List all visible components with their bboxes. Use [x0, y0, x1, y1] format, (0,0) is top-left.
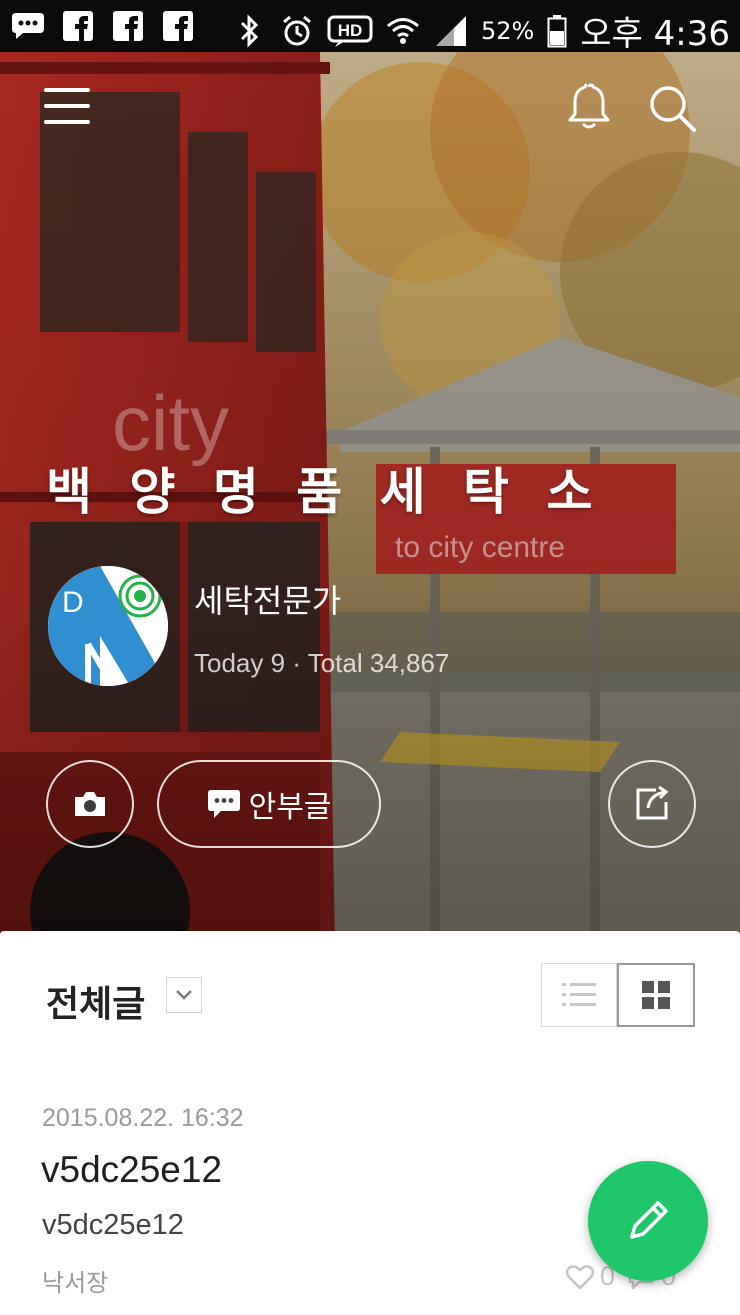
- post-category[interactable]: 낙서장: [42, 1263, 108, 1298]
- heart-icon: [566, 1264, 594, 1290]
- grid-icon: [642, 981, 670, 1009]
- avatar[interactable]: D: [48, 566, 168, 686]
- share-icon: [636, 785, 669, 820]
- facebook-icon: [60, 8, 96, 44]
- notification-icons: [10, 8, 196, 44]
- chevron-down-icon: [176, 990, 192, 1000]
- guestbook-button[interactable]: 안부글: [157, 760, 381, 848]
- search-icon[interactable]: [646, 82, 698, 134]
- post-title[interactable]: v5dc25e12: [41, 1149, 222, 1191]
- avatar-letter: D: [62, 586, 84, 619]
- bell-icon[interactable]: [564, 82, 614, 132]
- clock: 오후 4:36: [580, 14, 730, 54]
- status-bar: HD 52% 오후 4:36: [0, 0, 740, 55]
- view-mode-toggle: [541, 963, 695, 1027]
- list-view-button[interactable]: [541, 963, 617, 1027]
- menu-icon[interactable]: [44, 88, 92, 126]
- blog-cover: to city centre city 백 양 명 품 세 탁 소: [0, 52, 740, 952]
- system-icons: HD 52% 오후 4:36: [231, 6, 730, 55]
- battery-percent: 52%: [480, 16, 535, 45]
- speech-bubble-icon: [207, 790, 240, 818]
- hd-voice-icon: HD: [327, 13, 373, 49]
- post-date: 2015.08.22. 16:32: [42, 1104, 244, 1132]
- facebook-icon: [110, 8, 146, 44]
- share-button[interactable]: [608, 760, 696, 848]
- guestbook-label: 안부글: [248, 790, 332, 825]
- camera-button[interactable]: [46, 760, 134, 848]
- category-title[interactable]: 전체글: [46, 975, 145, 1027]
- bluetooth-icon: [231, 13, 267, 49]
- battery-level-fill: [550, 30, 565, 45]
- pencil-icon: [630, 1201, 668, 1239]
- facebook-icon: [160, 8, 196, 44]
- camera-icon: [75, 792, 105, 816]
- top-navigation: [0, 52, 740, 162]
- list-icon: [562, 983, 596, 1006]
- visit-counter: Today 9 · Total 34,867: [194, 648, 450, 678]
- talk-icon: [10, 8, 46, 44]
- grid-view-button[interactable]: [617, 963, 695, 1027]
- hd-label: HD: [338, 21, 363, 40]
- battery-icon: [546, 13, 568, 49]
- signal-icon: [433, 13, 469, 49]
- blog-title: 백 양 명 품 세 탁 소: [46, 463, 603, 521]
- blogger-nickname: 세탁전문가: [194, 582, 342, 620]
- alarm-icon: [279, 13, 315, 49]
- write-post-button[interactable]: [588, 1161, 708, 1281]
- wifi-icon: [385, 13, 421, 49]
- post-excerpt[interactable]: v5dc25e12: [42, 1209, 184, 1242]
- category-dropdown[interactable]: [166, 977, 202, 1013]
